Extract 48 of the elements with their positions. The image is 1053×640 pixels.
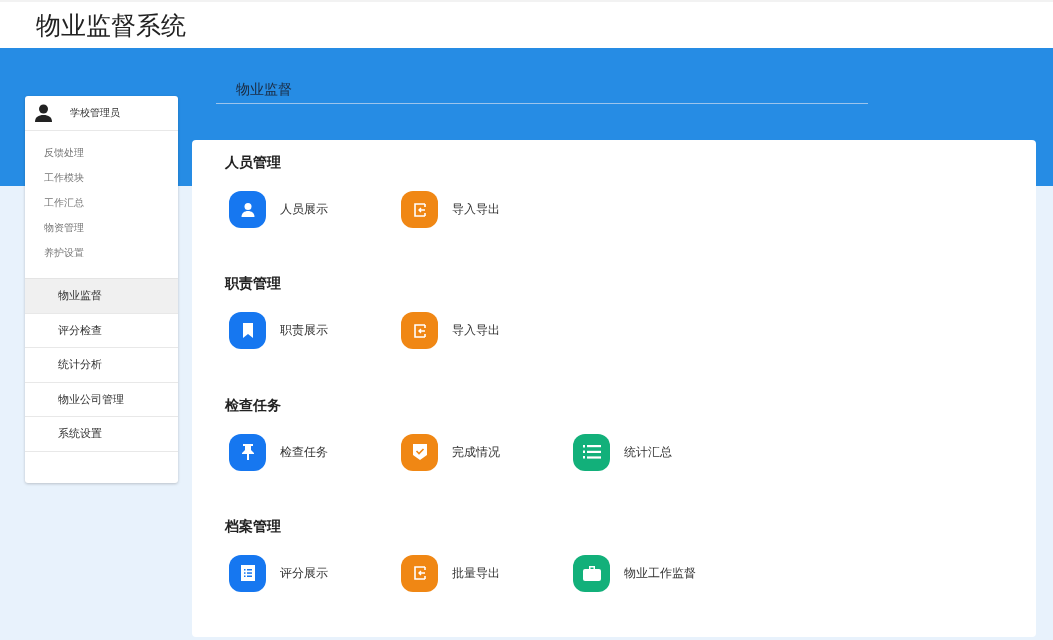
sidebar-link[interactable]: 物资管理 (44, 218, 178, 243)
sidebar-menu-item[interactable]: 统计分析 (25, 348, 178, 383)
shortcut-label: 导入导出 (452, 201, 500, 218)
shortcut-label: 统计汇总 (624, 443, 672, 461)
briefcase-icon (582, 565, 601, 582)
shortcut-item[interactable]: 批量导出 (401, 554, 573, 592)
shortcut-item[interactable]: 职责展示 (229, 312, 401, 350)
list-sheet-icon (240, 565, 255, 582)
shortcut-label: 完成情况 (452, 443, 500, 461)
user-name: 学校管理员 (70, 106, 120, 120)
shortcut-item[interactable]: 导入导出 (401, 191, 573, 228)
page-tab[interactable]: 物业监督 (236, 80, 292, 98)
section-title: 检查任务 (225, 395, 282, 415)
sidebar-menu-item[interactable]: 物业监督 (25, 279, 178, 314)
shortcut-item[interactable]: 物业工作监督 (573, 554, 745, 592)
sidebar-menu-item[interactable]: 评分检查 (25, 313, 178, 348)
shortcut-item[interactable]: 统计汇总 (573, 433, 745, 471)
numbered-list-icon (582, 444, 601, 460)
shortcut-label: 批量导出 (452, 564, 500, 582)
bookmark-icon (241, 323, 254, 339)
shield-check-icon (412, 444, 427, 460)
sidebar-menu-item[interactable]: 系统设置 (25, 417, 178, 452)
sidebar-link[interactable]: 工作汇总 (44, 193, 178, 218)
shortcut-label: 物业工作监督 (624, 564, 696, 582)
sidebar-menu-item[interactable]: 物业公司管理 (25, 382, 178, 417)
sidebar-link[interactable]: 工作模块 (44, 168, 178, 193)
pushpin-icon (239, 443, 256, 461)
shortcut-label: 评分展示 (280, 564, 328, 582)
shortcut-label: 导入导出 (452, 322, 500, 340)
sidebar-link[interactable]: 反馈处理 (44, 143, 178, 168)
section-title: 档案管理 (225, 516, 282, 536)
shortcut-item[interactable]: 人员展示 (229, 191, 401, 228)
shortcut-label: 人员展示 (280, 201, 328, 218)
shortcut-item[interactable]: 完成情况 (401, 433, 573, 471)
exit-icon (411, 322, 428, 339)
shortcut-item[interactable]: 检查任务 (229, 433, 401, 471)
app-title: 物业监督系统 (36, 9, 186, 42)
shortcut-label: 职责展示 (280, 322, 328, 340)
exit-icon (411, 565, 428, 582)
shortcut-label: 检查任务 (280, 443, 328, 461)
user-icon (35, 104, 52, 122)
shortcut-item[interactable]: 评分展示 (229, 554, 401, 592)
shortcut-item[interactable]: 导入导出 (401, 312, 573, 350)
person-icon (239, 201, 256, 218)
section-title: 职责管理 (225, 274, 282, 294)
sidebar-link[interactable]: 养护设置 (44, 243, 178, 268)
section-title: 人员管理 (225, 153, 282, 172)
exit-icon (411, 201, 428, 218)
